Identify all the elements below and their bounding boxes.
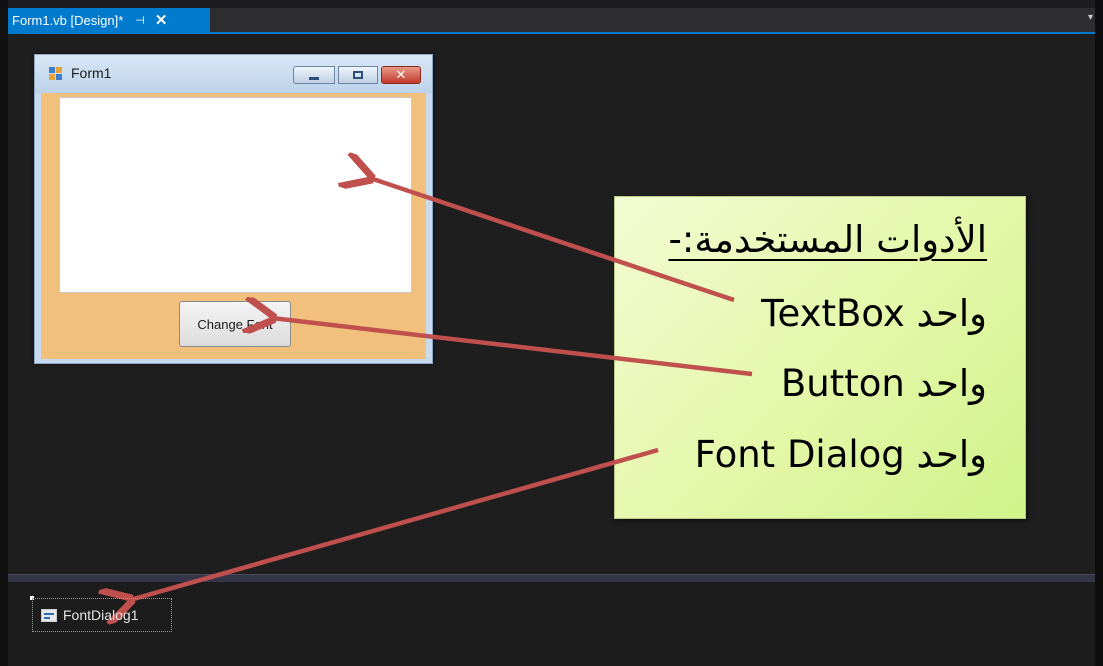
callout-button-line: واحد Button xyxy=(780,362,987,405)
left-edge xyxy=(0,0,8,666)
callout-textbox-line: واحد TextBox xyxy=(761,292,987,335)
close-icon[interactable]: ✕ xyxy=(155,11,168,29)
form-title-bar[interactable]: Form1 ✕ xyxy=(35,55,432,93)
minimize-button[interactable] xyxy=(293,66,335,84)
close-button[interactable]: ✕ xyxy=(381,66,421,84)
tools-callout: الأدوات المستخدمة:- واحد TextBox واحد Bu… xyxy=(614,196,1026,519)
callout-fontdialog-line: واحد Font Dialog xyxy=(694,433,987,476)
chevron-down-icon[interactable]: ▾ xyxy=(1088,12,1093,23)
form-icon xyxy=(49,67,63,81)
tray-splitter[interactable] xyxy=(8,574,1095,582)
callout-heading: الأدوات المستخدمة:- xyxy=(668,218,988,261)
change-font-button[interactable]: Change Font xyxy=(179,301,291,347)
form-title: Form1 xyxy=(71,65,112,81)
textbox1[interactable] xyxy=(59,97,412,293)
form1-window[interactable]: Form1 ✕ Change Font xyxy=(34,54,433,364)
form-client-area[interactable]: Change Font xyxy=(41,93,426,359)
maximize-icon xyxy=(353,71,363,79)
pin-icon[interactable]: ⊣ xyxy=(135,14,145,27)
maximize-button[interactable] xyxy=(338,66,378,84)
change-font-label: Change Font xyxy=(197,316,273,332)
close-icon: ✕ xyxy=(395,67,407,83)
document-tab-strip: Form1.vb [Design]* ⊣ ✕ ▾ xyxy=(8,8,1095,32)
fontdialog-icon xyxy=(41,608,57,622)
fontdialog1-component[interactable]: FontDialog1 xyxy=(32,598,172,632)
fontdialog1-label: FontDialog1 xyxy=(63,607,139,623)
tab-form1-design[interactable]: Form1.vb [Design]* ⊣ ✕ xyxy=(8,8,210,32)
tab-title: Form1.vb [Design]* xyxy=(12,12,124,28)
right-edge xyxy=(1095,0,1103,666)
minimize-icon xyxy=(309,76,319,80)
